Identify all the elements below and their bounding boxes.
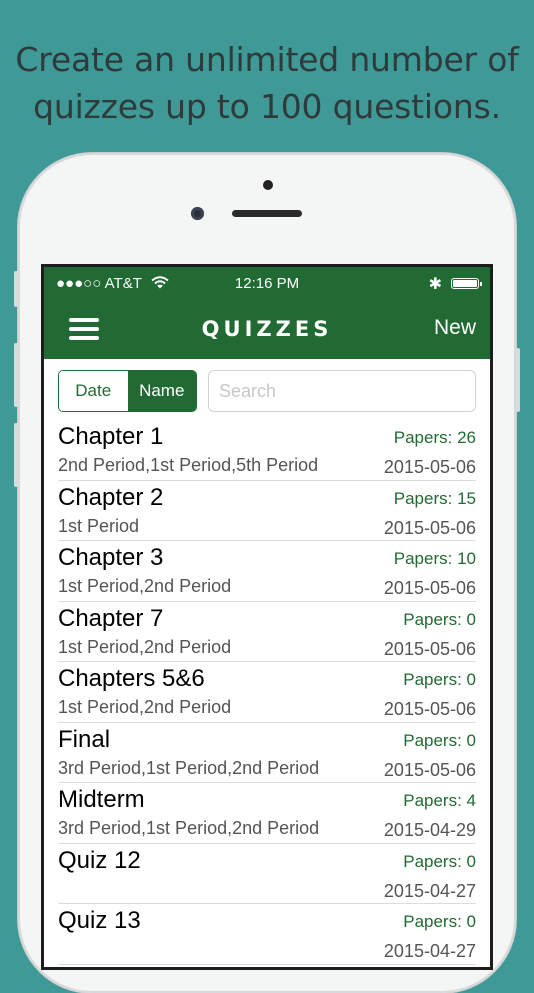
list-item[interactable]: Quiz 13 Papers: 0 2015-04-27: [44, 904, 490, 965]
nav-bar: QUIZZES New: [44, 301, 490, 359]
quiz-date: 2015-05-06: [383, 457, 476, 477]
quiz-papers-count: Papers: 0: [403, 851, 476, 871]
quiz-date: 2015-04-29: [383, 820, 476, 840]
row-divider: [58, 963, 476, 965]
earpiece-speaker: [232, 210, 302, 217]
status-time: 12:16 PM: [234, 275, 300, 292]
quiz-periods: 1st Period,2nd Period: [58, 636, 232, 657]
sort-by-name-button[interactable]: Name: [127, 371, 196, 411]
volume-up-button: [14, 343, 18, 407]
battery-icon: [451, 278, 482, 289]
quiz-papers-count: Papers: 4: [403, 791, 476, 810]
sort-by-date-button[interactable]: Date: [59, 371, 128, 411]
promo-caption: Create an unlimited number of quizzes up…: [0, 36, 534, 130]
sort-segmented-control: Date Name: [58, 370, 197, 412]
quiz-date: 2015-04-27: [383, 880, 476, 901]
list-item[interactable]: Chapter 7 1st Period,2nd Period Papers: 0 2…: [44, 602, 490, 662]
quiz-name: Chapter 2: [58, 483, 164, 511]
list-item[interactable]: Chapter 2 1st Period Papers: 15 2015-05-06: [44, 481, 490, 541]
quiz-name: Quiz 12: [58, 846, 141, 874]
quiz-name: Chapter 7: [58, 604, 164, 632]
quiz-date: 2015-05-06: [383, 578, 476, 598]
list-item[interactable]: Chapters 5&6 1st Period,2nd Period Papers:…: [44, 662, 490, 723]
volume-down-button: [14, 423, 18, 487]
quiz-papers-count: Papers: 10: [393, 549, 476, 568]
quiz-periods: 1st Period,2nd Period: [58, 576, 232, 596]
quiz-date: 2015-04-27: [383, 941, 476, 961]
front-camera: [191, 207, 204, 220]
quiz-name: Chapter 3: [58, 544, 164, 571]
quiz-periods: 1st Period,2nd Period: [58, 697, 232, 717]
app-screen: ●●●○○ AT&T 12:16 PM ✱ QUIZZES New Date N…: [44, 267, 490, 967]
quiz-date: 2015-05-06: [383, 638, 476, 659]
list-item[interactable]: Quiz 12 Papers: 0 2015-04-27: [44, 844, 490, 904]
bluetooth-icon: ✱: [428, 276, 442, 293]
quiz-name: Quiz 13: [58, 907, 141, 934]
quiz-periods: 3rd Period,1st Period,2nd Period: [58, 757, 320, 778]
quiz-papers-count: Papers: 0: [403, 730, 476, 750]
quiz-date: 2015-05-06: [383, 517, 476, 538]
quiz-papers-count: Papers: 0: [403, 912, 476, 931]
quiz-papers-count: Papers: 15: [393, 488, 476, 508]
search-input[interactable]: [208, 370, 476, 412]
caption-line-1: Create an unlimited number of: [15, 40, 519, 79]
quiz-papers-count: Papers: 26: [393, 428, 476, 447]
quiz-periods: 3rd Period,1st Period,2nd Period: [58, 818, 320, 838]
list-item[interactable]: Final 3rd Period,1st Period,2nd Period Pap…: [44, 723, 490, 783]
quiz-name: Chapter 1: [58, 423, 164, 450]
list-item[interactable]: Chapter 3 1st Period,2nd Period Papers: 10…: [44, 541, 490, 602]
quiz-periods: 2nd Period,1st Period,5th Period: [58, 455, 319, 475]
quiz-papers-count: Papers: 0: [403, 670, 476, 689]
new-quiz-button[interactable]: New: [434, 316, 476, 340]
proximity-sensor: [263, 180, 273, 190]
quiz-name: Final: [58, 725, 111, 753]
quiz-list: Chapter 1 2nd Period,1st Period,5th Perio…: [44, 420, 490, 965]
quiz-papers-count: Papers: 0: [403, 609, 476, 629]
status-bar: ●●●○○ AT&T 12:16 PM ✱: [44, 267, 490, 301]
quiz-periods: 1st Period: [58, 515, 140, 536]
power-button: [516, 348, 520, 412]
mute-switch: [14, 271, 18, 307]
quiz-name: Midterm: [58, 786, 145, 813]
quiz-date: 2015-05-06: [383, 759, 476, 780]
list-item[interactable]: Midterm 3rd Period,1st Period,2nd Period P…: [44, 783, 490, 844]
quiz-date: 2015-05-06: [383, 699, 476, 719]
quiz-name: Chapters 5&6: [58, 665, 205, 692]
list-item[interactable]: Chapter 1 2nd Period,1st Period,5th Perio…: [44, 420, 490, 481]
page-title: QUIZZES: [201, 317, 333, 341]
caption-line-2: quizzes up to 100 questions.: [33, 87, 501, 126]
